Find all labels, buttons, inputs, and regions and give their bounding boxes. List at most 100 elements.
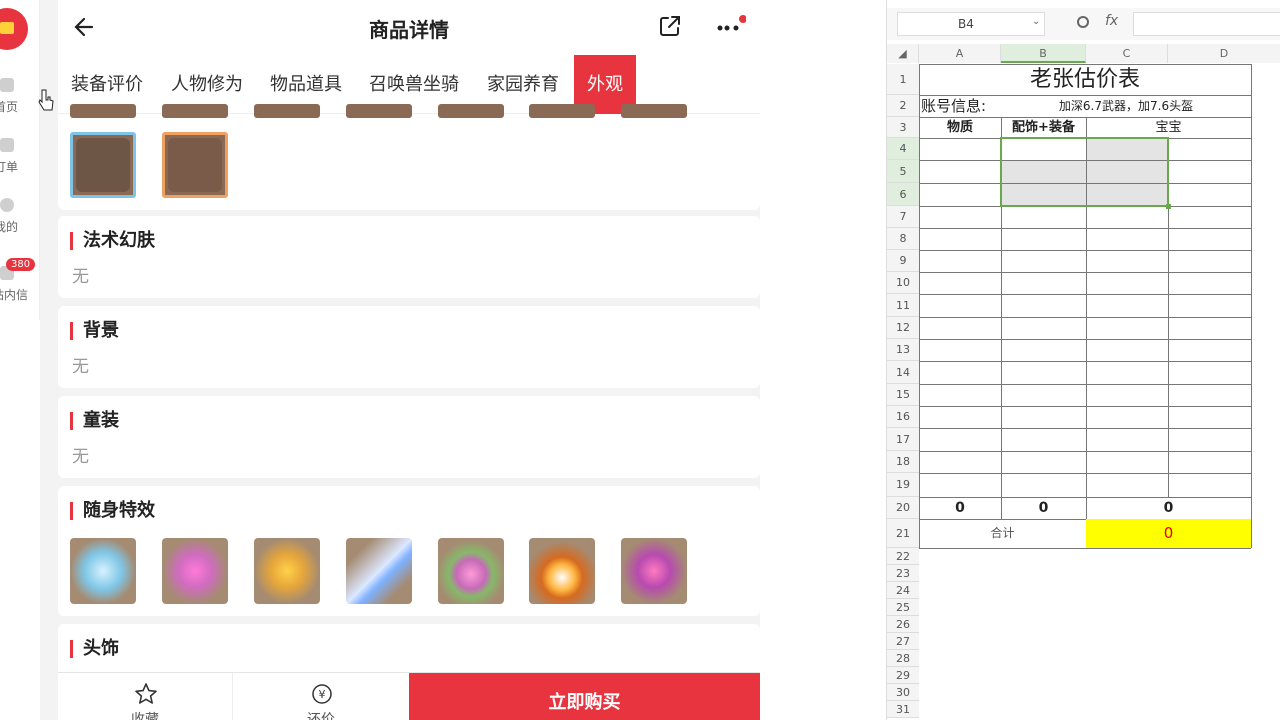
love-circle-icon[interactable] — [621, 538, 687, 604]
frame-thumb[interactable] — [70, 104, 136, 118]
column-header-b[interactable]: B — [1001, 44, 1086, 63]
frame-thumb[interactable] — [254, 104, 320, 118]
sum-b[interactable]: 0 — [1001, 497, 1086, 519]
row-header[interactable]: 16 — [887, 406, 919, 428]
more-menu-icon[interactable] — [714, 14, 746, 40]
share-icon[interactable] — [658, 14, 682, 38]
mail-count-badge: 380 — [6, 258, 36, 271]
grid-line — [919, 473, 1251, 474]
bottom-action-bar: 收藏 ¥ 还价 立即购买 — [58, 672, 760, 720]
header-material[interactable]: 物质 — [919, 117, 1001, 139]
row-header[interactable]: 19 — [887, 473, 919, 497]
section-background: 背景 无 — [58, 306, 760, 388]
row-header[interactable]: 18 — [887, 451, 919, 473]
hearts-icon[interactable] — [162, 538, 228, 604]
sum-c[interactable]: 0 — [1086, 497, 1251, 519]
buy-now-button[interactable]: 立即购买 — [409, 673, 760, 720]
avatar-frame-orange[interactable] — [162, 132, 228, 198]
bargain-label: 还价 — [307, 712, 335, 720]
frame-thumb[interactable] — [346, 104, 412, 118]
row-header[interactable]: 31 — [887, 701, 919, 718]
zoom-icon[interactable] — [1077, 16, 1089, 28]
golden-pillar-icon[interactable] — [254, 538, 320, 604]
app-logo[interactable] — [0, 8, 28, 50]
grid-line — [919, 406, 1251, 407]
grid-line — [919, 228, 1251, 229]
row-header[interactable]: 11 — [887, 294, 919, 317]
fx-icon[interactable]: fx — [1105, 13, 1118, 29]
total-label[interactable]: 合计 — [919, 519, 1086, 548]
sidebar-item-mine[interactable]: 我的 — [0, 198, 40, 238]
frame-thumb[interactable] — [438, 104, 504, 118]
row-header[interactable]: 8 — [887, 228, 919, 250]
sidebar-item-label: 我的 — [0, 220, 19, 234]
sidebar-item-orders[interactable]: 订单 — [0, 138, 40, 178]
row-header[interactable]: 13 — [887, 339, 919, 361]
grid-line — [919, 428, 1251, 429]
formula-input[interactable] — [1133, 12, 1280, 36]
total-value[interactable]: 0 — [1086, 519, 1251, 548]
frame-thumb[interactable] — [529, 104, 595, 118]
column-header-d[interactable]: D — [1168, 44, 1280, 63]
row-header[interactable]: 27 — [887, 633, 919, 650]
sidebar-item-label: 站内信 — [0, 288, 29, 302]
row-header[interactable]: 9 — [887, 250, 919, 272]
frame-thumb[interactable] — [621, 104, 687, 118]
formula-bar: B4 ⌄ fx — [887, 8, 1280, 40]
row-header[interactable]: 24 — [887, 582, 919, 599]
row-header[interactable]: 21 — [887, 519, 919, 548]
sidebar-item-mail[interactable]: 站内信 — [0, 266, 40, 306]
yin-yang-icon[interactable] — [529, 538, 595, 604]
sidebar-item-home[interactable]: 首页 — [0, 78, 40, 118]
row-header[interactable]: 30 — [887, 684, 919, 701]
account-label[interactable]: 账号信息: — [919, 95, 1001, 117]
row-header[interactable]: 7 — [887, 206, 919, 228]
row-header[interactable]: 25 — [887, 599, 919, 616]
bargain-button[interactable]: ¥ 还价 — [233, 673, 409, 720]
row-header[interactable]: 28 — [887, 650, 919, 667]
row-header[interactable]: 17 — [887, 428, 919, 451]
row-header[interactable]: 10 — [887, 272, 919, 294]
row-header[interactable]: 20 — [887, 497, 919, 519]
row-header[interactable]: 23 — [887, 565, 919, 582]
row-header[interactable]: 14 — [887, 361, 919, 384]
home-icon — [0, 78, 14, 92]
favorite-label: 收藏 — [131, 712, 159, 720]
row-header[interactable]: 3 — [887, 117, 919, 138]
order-icon — [0, 138, 14, 152]
row-header[interactable]: 4 — [887, 138, 919, 160]
account-info[interactable]: 加深6.7武器，加7.6头盔 — [1001, 95, 1251, 117]
star-icon — [135, 683, 157, 704]
row-header[interactable]: 6 — [887, 183, 919, 206]
sheet-title[interactable]: 老张估价表 — [919, 64, 1251, 95]
section-title: 背景 — [70, 322, 119, 340]
comet-icon[interactable] — [346, 538, 412, 604]
row-header[interactable]: 2 — [887, 95, 919, 117]
row-header[interactable]: 5 — [887, 160, 919, 183]
header-pets[interactable]: 宝宝 — [1086, 117, 1251, 139]
section-title: 童装 — [70, 412, 119, 430]
row-header[interactable]: 29 — [887, 667, 919, 684]
favorite-button[interactable]: 收藏 — [58, 673, 233, 720]
lotus-icon[interactable] — [438, 538, 504, 604]
row-header[interactable]: 15 — [887, 384, 919, 406]
column-header-c[interactable]: C — [1086, 44, 1168, 63]
frame-thumb[interactable] — [162, 104, 228, 118]
chevron-down-icon[interactable]: ⌄ — [1032, 16, 1040, 27]
column-header-a[interactable]: A — [919, 44, 1001, 63]
moon-orb-icon[interactable] — [70, 538, 136, 604]
section-value: 无 — [72, 357, 89, 377]
avatar-frame-blue[interactable] — [70, 132, 136, 198]
row-header[interactable]: 1 — [887, 64, 919, 95]
row-header[interactable]: 12 — [887, 317, 919, 339]
grid-line — [919, 339, 1251, 340]
header-gear[interactable]: 配饰+装备 — [1001, 117, 1086, 139]
sum-a[interactable]: 0 — [919, 497, 1001, 519]
select-all-corner[interactable]: ◢ — [887, 44, 919, 63]
row-header[interactable]: 26 — [887, 616, 919, 633]
fill-handle[interactable] — [1166, 204, 1171, 209]
svg-text:¥: ¥ — [319, 688, 326, 701]
grid-line — [919, 317, 1251, 318]
row-header[interactable]: 22 — [887, 548, 919, 565]
name-box[interactable]: B4 ⌄ — [897, 12, 1045, 36]
